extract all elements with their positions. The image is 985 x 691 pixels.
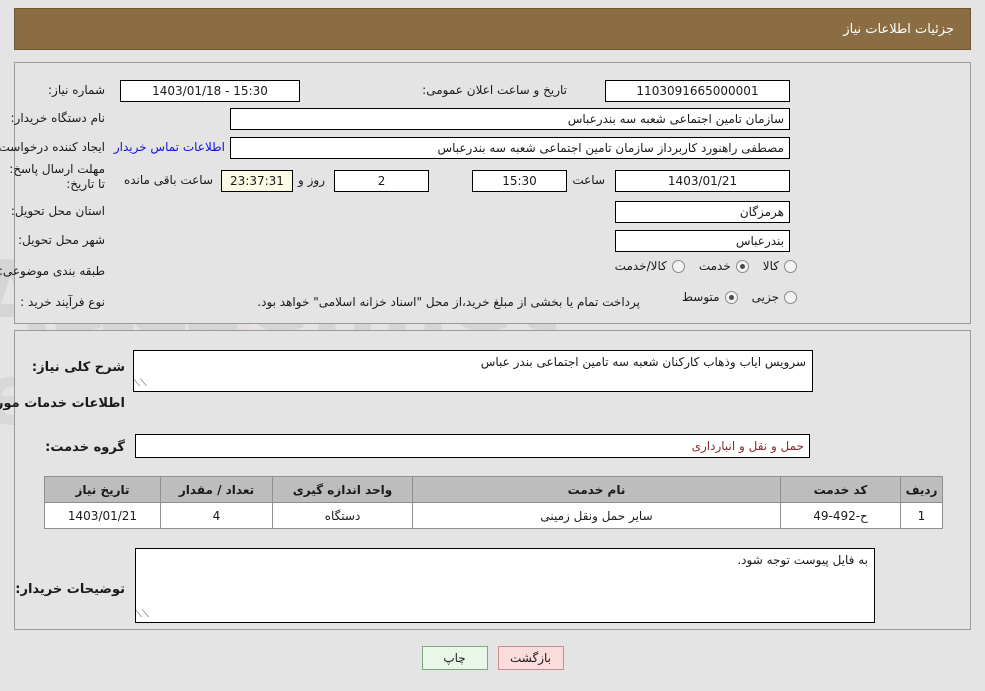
radio-icon[interactable] bbox=[735, 259, 749, 273]
need-number-label: شماره نیاز: bbox=[48, 83, 105, 97]
buyer-org-value: سازمان تامین اجتماعی شعبه سه بندرعباس bbox=[230, 108, 790, 130]
requester-label: ایجاد کننده درخواست: bbox=[0, 140, 105, 154]
city-label: شهر محل تحویل: bbox=[18, 233, 105, 247]
need-desc-text: سرویس ایاب وذهاب کارکنان شعبه سه تامین ا… bbox=[480, 355, 806, 369]
table-column-header-3: واحد اندازه گیری bbox=[272, 476, 413, 503]
category-option-label: کالا/خدمت bbox=[614, 259, 667, 273]
need-date-cell: 1403/01/21 bbox=[44, 502, 161, 529]
services-section-title: اطلاعات خدمات مورد نیاز bbox=[0, 396, 125, 411]
process-option-label: جزیی bbox=[751, 290, 779, 304]
page-header: جزئیات اطلاعات نیاز bbox=[14, 8, 971, 50]
time-remaining: 23:37:31 bbox=[221, 170, 293, 192]
buyer-contact-link[interactable]: اطلاعات تماس خریدار bbox=[114, 139, 225, 155]
quantity-cell: 4 bbox=[160, 502, 273, 529]
process-option-label: متوسط bbox=[681, 290, 720, 304]
service-group-label: گروه خدمت: bbox=[45, 440, 125, 455]
radio-icon[interactable] bbox=[784, 259, 797, 273]
need-desc-label: شرح کلی نیاز: bbox=[31, 360, 125, 375]
service-code-cell: ح-492-49 bbox=[780, 502, 901, 529]
page-title: جزئیات اطلاعات نیاز bbox=[843, 21, 954, 37]
buyer-notes-value[interactable]: به فایل پیوست توجه شود. ⟋⟋ bbox=[135, 548, 875, 623]
requester-value: مصطفی راهنورد کاربرداز سازمان تامین اجتم… bbox=[230, 137, 790, 159]
announce-value: 15:30 - 1403/01/18 bbox=[120, 80, 300, 102]
measure-unit-cell: دستگاه bbox=[272, 502, 413, 529]
category-label: طبقه بندی موضوعی: bbox=[0, 264, 105, 278]
province-value: هرمزگان bbox=[615, 201, 790, 223]
radio-icon[interactable] bbox=[724, 290, 738, 304]
time-remaining-label: ساعت باقی مانده bbox=[123, 173, 213, 187]
category-option-label: کالا bbox=[762, 259, 779, 273]
days-label: روز و bbox=[298, 173, 325, 187]
category-option-2[interactable]: کالا/خدمت bbox=[615, 259, 685, 273]
table-column-header-4: تعداد / مقدار bbox=[160, 476, 273, 503]
category-option-0[interactable]: کالا bbox=[763, 259, 797, 273]
print-button[interactable]: چاپ bbox=[421, 646, 488, 670]
need-number-value: 1103091665000001 bbox=[605, 80, 790, 102]
province-label: استان محل تحویل: bbox=[10, 204, 105, 218]
buyer-notes-text: به فایل پیوست توجه شود. bbox=[737, 553, 868, 567]
resize-grip-icon: ⟋⟋ bbox=[135, 609, 149, 620]
category-radio-group[interactable]: کالا خدمت کالا/خدمت bbox=[601, 259, 797, 273]
table-column-header-5: تاریخ نیاز bbox=[44, 476, 161, 503]
table-column-header-2: نام خدمت bbox=[412, 476, 781, 503]
page-root: AriaT ender.net AriaTender جزئیات اطلاعا… bbox=[0, 0, 985, 691]
table-row: 1 ح-492-49 سایر حمل ونقل زمینی دستگاه 4 1403/… bbox=[44, 502, 943, 529]
category-option-label: خدمت bbox=[698, 259, 731, 273]
deadline-date: 1403/01/21 bbox=[615, 170, 790, 192]
announce-label: تاریخ و ساعت اعلان عمومی: bbox=[422, 83, 567, 97]
process-label: نوع فرآیند خرید : bbox=[20, 295, 105, 309]
radio-icon[interactable] bbox=[784, 290, 797, 304]
deadline-time: 15:30 bbox=[472, 170, 567, 192]
table-column-header-1: کد خدمت bbox=[780, 476, 901, 503]
buyer-notes-label: توضیحات خریدار: bbox=[15, 582, 125, 597]
radio-icon[interactable] bbox=[671, 259, 685, 273]
process-radio-group[interactable]: جزیی متوسط bbox=[668, 290, 797, 304]
table-header-row: ردیف کد خدمت نام خدمت واحد اندازه گیری تعداد… bbox=[44, 476, 943, 503]
hour-label: ساعت bbox=[572, 173, 605, 187]
days-remaining: 2 bbox=[334, 170, 429, 192]
service-name-cell: سایر حمل ونقل زمینی bbox=[412, 502, 781, 529]
service-group-value: حمل و نقل و انبارداری bbox=[135, 434, 810, 458]
back-button[interactable]: بازگشت bbox=[497, 646, 564, 670]
category-option-1[interactable]: خدمت bbox=[699, 259, 749, 273]
row-index-cell: 1 bbox=[900, 502, 943, 529]
services-table: ردیف کد خدمت نام خدمت واحد اندازه گیری تعداد… bbox=[44, 476, 943, 529]
table-column-header-0: ردیف bbox=[900, 476, 943, 503]
buyer-org-label: نام دستگاه خریدار: bbox=[10, 111, 106, 125]
resize-grip-icon: ⟋⟋ bbox=[133, 378, 147, 389]
city-value: بندرعباس bbox=[615, 230, 790, 252]
need-desc-value[interactable]: سرویس ایاب وذهاب کارکنان شعبه سه تامین ا… bbox=[133, 350, 813, 392]
process-option-0[interactable]: جزیی bbox=[752, 290, 797, 304]
payment-note: پرداخت تمام یا بخشی از مبلغ خرید،از محل … bbox=[257, 295, 640, 309]
footer-button-bar: بازگشت چاپ bbox=[0, 646, 985, 670]
process-option-1[interactable]: متوسط bbox=[682, 290, 738, 304]
deadline-label: مهلت ارسال پاسخ: تا تاریخ: bbox=[9, 162, 105, 191]
